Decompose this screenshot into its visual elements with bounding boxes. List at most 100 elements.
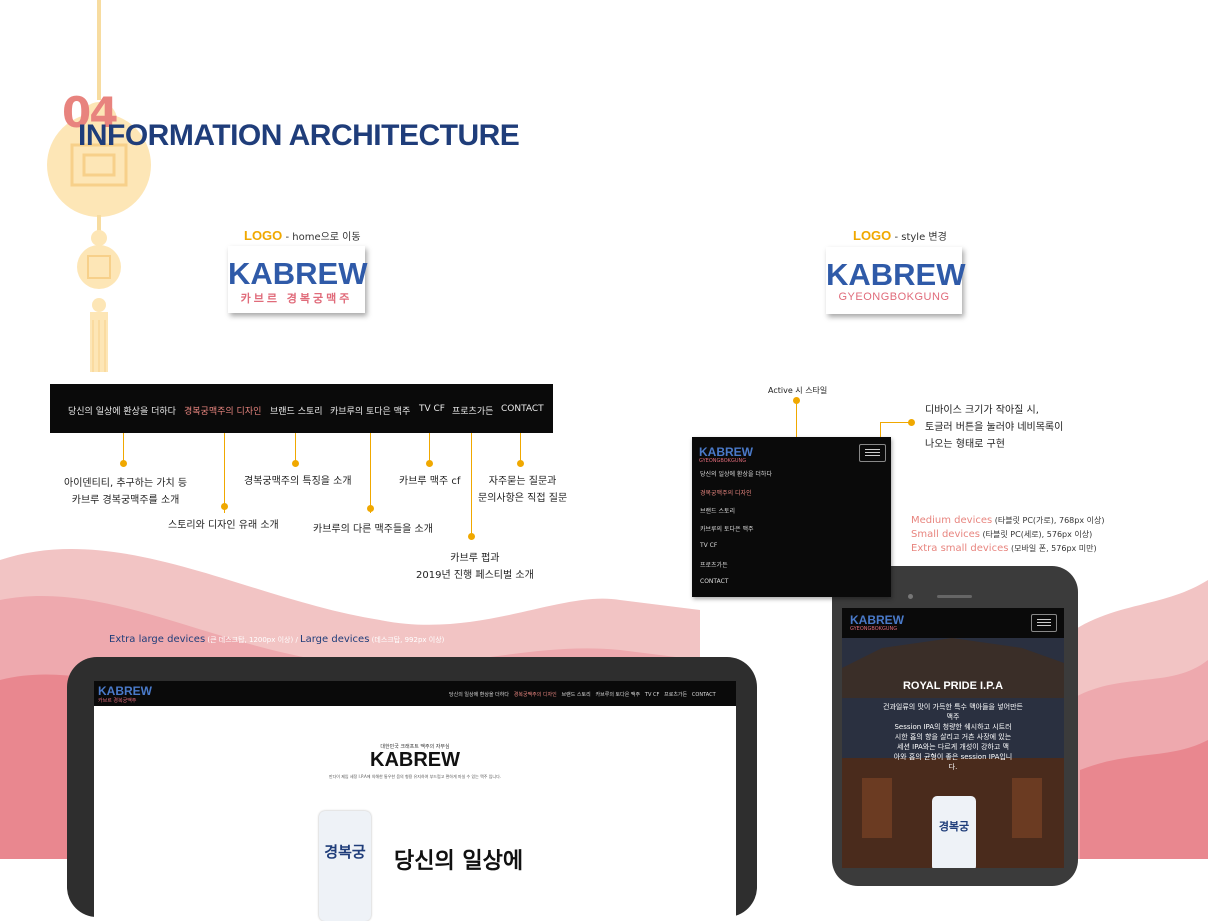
mobile-menu-item[interactable]: 당신의 일상에 환상을 더하다	[700, 469, 772, 478]
phone-camera	[908, 594, 913, 599]
laptop-hero-title: KABREW	[370, 749, 460, 771]
device-lg-note: (데스크탑, 992px 이상)	[369, 636, 445, 644]
laptop-logo-sub: 카브르 경복궁맥주	[98, 698, 137, 704]
phone-body-line: 건과일류의 맛이 가득한 특수 맥아들을 넣어만든	[883, 703, 1023, 711]
logo-right-caption-text: - style 변경	[891, 232, 947, 243]
nav-item-other-beers[interactable]: 카브루의 토다은 맥주	[330, 404, 410, 417]
mobile-menu-item[interactable]: 프로츠가든	[700, 560, 728, 569]
annotation-pub: 카브루 펍과 2019년 진행 페스티벌 소개	[416, 550, 534, 584]
mobile-menu-logo[interactable]: KABREW	[699, 445, 753, 459]
device-small-label: Small devices	[911, 529, 981, 540]
laptop-nav-item[interactable]: 브랜드 스토리	[562, 692, 591, 698]
phone-mockup: KABREW GYEONGBOKGUNG ROYAL PRIDE I.P.A 건…	[832, 566, 1078, 886]
nav-item-tv-cf[interactable]: TV CF	[419, 404, 445, 414]
laptop-nav-items: 당신의 일상에 환상을 더하다 경복궁맥주의 디자인 브랜드 스토리 카브루의 …	[449, 691, 716, 698]
logo-right-caption: LOGO - style 변경	[853, 228, 947, 243]
logo-left-caption-text: - home으로 이동	[282, 232, 361, 243]
connector-dot	[120, 460, 127, 467]
phone-body-line: 세션 IPA와는 다르게 개성이 강하고 맥	[897, 743, 1009, 751]
nav-item-pub[interactable]: 프로츠가든	[452, 404, 493, 417]
logo-left-sub: 카브르 경복궁맥주	[240, 292, 353, 305]
device-small-note: (타블릿 PC(세로), 576px 이상)	[980, 530, 1093, 539]
annotation-feature: 경복궁맥주의 특징을 소개	[244, 476, 352, 487]
phone-speaker	[937, 595, 972, 598]
mobile-menu-item[interactable]: 브랜드 스토리	[700, 506, 735, 515]
annotation-pub-line2: 2019년 진행 페스티벌 소개	[416, 570, 534, 581]
laptop-mockup: KABREW 카브르 경복궁맥주 당신의 일상에 환상을 더하다 경복궁맥주의 …	[67, 657, 757, 921]
laptop-nav-item[interactable]: CONTACT	[692, 692, 716, 698]
laptop-nav-item-active[interactable]: 경복궁맥주의 디자인	[514, 692, 557, 698]
device-medium-label: Medium devices	[911, 515, 993, 526]
connector-dot	[292, 460, 299, 467]
phone-logo[interactable]: KABREW	[850, 613, 904, 627]
laptop-nav-item[interactable]: TV CF	[645, 692, 659, 698]
mobile-hamburger-icon[interactable]	[859, 444, 886, 462]
logo-left-card: KABREW 카브르 경복궁맥주	[228, 246, 368, 313]
annotation-cf: 카브루 맥주 cf	[399, 476, 461, 487]
toggler-note: 디바이스 크기가 작아질 시, 토글러 버튼을 눌러야 네비목록이 나오는 형태…	[925, 402, 1063, 453]
toggler-note-line2: 토글러 버튼을 눌러야 네비목록이	[925, 422, 1064, 433]
mobile-menu-logo-sub: GYEONGBOKGUNG	[699, 458, 747, 464]
mobile-nav-menu: KABREW GYEONGBOKGUNG 당신의 일상에 환상을 더하다 경복궁…	[692, 437, 891, 597]
mobile-menu-item[interactable]: 카브루의 토다은 맥주	[700, 524, 754, 533]
logo-right-caption-label: LOGO	[853, 228, 892, 243]
phone-logo-sub: GYEONGBOKGUNG	[850, 626, 898, 632]
nav-item-brand-story[interactable]: 브랜드 스토리	[270, 404, 323, 417]
nav-item-design[interactable]: 경복궁맥주의 디자인	[184, 404, 261, 417]
device-xsmall-label: Extra small devices	[911, 543, 1009, 554]
laptop-nav-item[interactable]: 카브루의 토다은 맥주	[596, 692, 641, 698]
laptop-headline: 당신의 일상에	[394, 849, 524, 874]
annotation-home-line1: 아이덴티티, 추구하는 가치 등	[64, 478, 188, 489]
laptop-navbar: KABREW 카브르 경복궁맥주 당신의 일상에 환상을 더하다 경복궁맥주의 …	[94, 681, 736, 706]
phone-body-line: 시한 홉의 향을 살리고 거츤 사장에 있는	[894, 733, 1012, 741]
device-lg-label: Large devices	[300, 634, 370, 645]
ornament-decoration	[47, 0, 151, 372]
device-xsmall-note: (모바일 폰, 576px 미만)	[1008, 544, 1097, 553]
connector-line	[520, 433, 521, 463]
phone-can-text: 경복궁	[938, 820, 970, 833]
device-note-xsmall: Extra small devices (모바일 폰, 576px 미만)	[911, 543, 1097, 554]
laptop-nav-item[interactable]: 당신의 일상에 환상을 더하다	[449, 692, 509, 698]
device-note-medium: Medium devices (타블릿 PC(가로), 768px 이상)	[911, 515, 1104, 526]
nav-item-contact[interactable]: CONTACT	[501, 404, 544, 414]
phone-body-line: 다.	[948, 763, 958, 771]
connector-line	[123, 433, 124, 463]
laptop-beer-can: 경복궁	[319, 811, 371, 921]
annotation-contact-line2: 문의사항은 직접 질문	[478, 493, 568, 504]
toggler-note-line1: 디바이스 크기가 작아질 시,	[925, 405, 1039, 416]
annotation-home: 아이덴티티, 추구하는 가치 등 카브루 경복궁맥주를 소개	[64, 475, 187, 509]
logo-right-sub: GYEONGBOKGUNG	[838, 291, 950, 303]
device-xl-note: (큰 데스크탑, 1200px 이상) /	[205, 636, 301, 644]
device-note-desktop: Extra large devices (큰 데스크탑, 1200px 이상) …	[109, 634, 444, 645]
phone-body-line: 맥주	[946, 713, 960, 721]
connector-line	[471, 433, 472, 538]
annotation-contact-line1: 자주묻는 질문과	[488, 476, 557, 487]
mobile-menu-item[interactable]: TV CF	[700, 542, 717, 549]
connector-line	[224, 433, 225, 513]
connector-dot	[468, 533, 475, 540]
annotation-story: 스토리와 디자인 유래 소개	[168, 520, 279, 531]
phone-hamburger-icon[interactable]	[1031, 614, 1057, 632]
logo-left-main: KABREW	[228, 256, 368, 291]
phone-screen: KABREW GYEONGBOKGUNG ROYAL PRIDE I.P.A 건…	[842, 608, 1064, 868]
device-note-small: Small devices (타블릿 PC(세로), 576px 이상)	[911, 529, 1092, 540]
nav-item-home[interactable]: 당신의 일상에 환상을 더하다	[68, 404, 176, 417]
laptop-hero-desc: 만다이 제임 세정 I.P.A에 의해한 통우한 음의 형용 유지하여 부드럽고…	[328, 774, 502, 779]
mobile-menu-item[interactable]: CONTACT	[700, 578, 728, 585]
mobile-menu-item-active[interactable]: 경복궁맥주의 디자인	[700, 488, 752, 497]
annotation-other-beers: 카브루의 다른 맥주들을 소개	[313, 524, 433, 535]
connector-dot	[426, 460, 433, 467]
connector-line	[429, 433, 430, 463]
connector-dot	[367, 505, 374, 512]
phone-body-line: Session IPA의 청량한 쉐시하고 시트러	[894, 723, 1012, 731]
laptop-nav-item[interactable]: 프로츠가든	[664, 692, 687, 698]
section-title: INFORMATION ARCHITECTURE	[78, 119, 520, 152]
logo-right-main: KABREW	[826, 257, 966, 292]
annotation-contact: 자주묻는 질문과 문의사항은 직접 질문	[478, 473, 567, 507]
laptop-logo[interactable]: KABREW	[98, 684, 152, 698]
logo-left-caption: LOGO - home으로 이동	[244, 228, 361, 243]
connector-line	[880, 422, 910, 423]
phone-body-line: 아와 홉의 균형이 좋은 session IPA입니	[893, 753, 1013, 761]
annotation-home-line2: 카브루 경복궁맥주를 소개	[71, 495, 180, 506]
connector-line	[370, 433, 371, 513]
